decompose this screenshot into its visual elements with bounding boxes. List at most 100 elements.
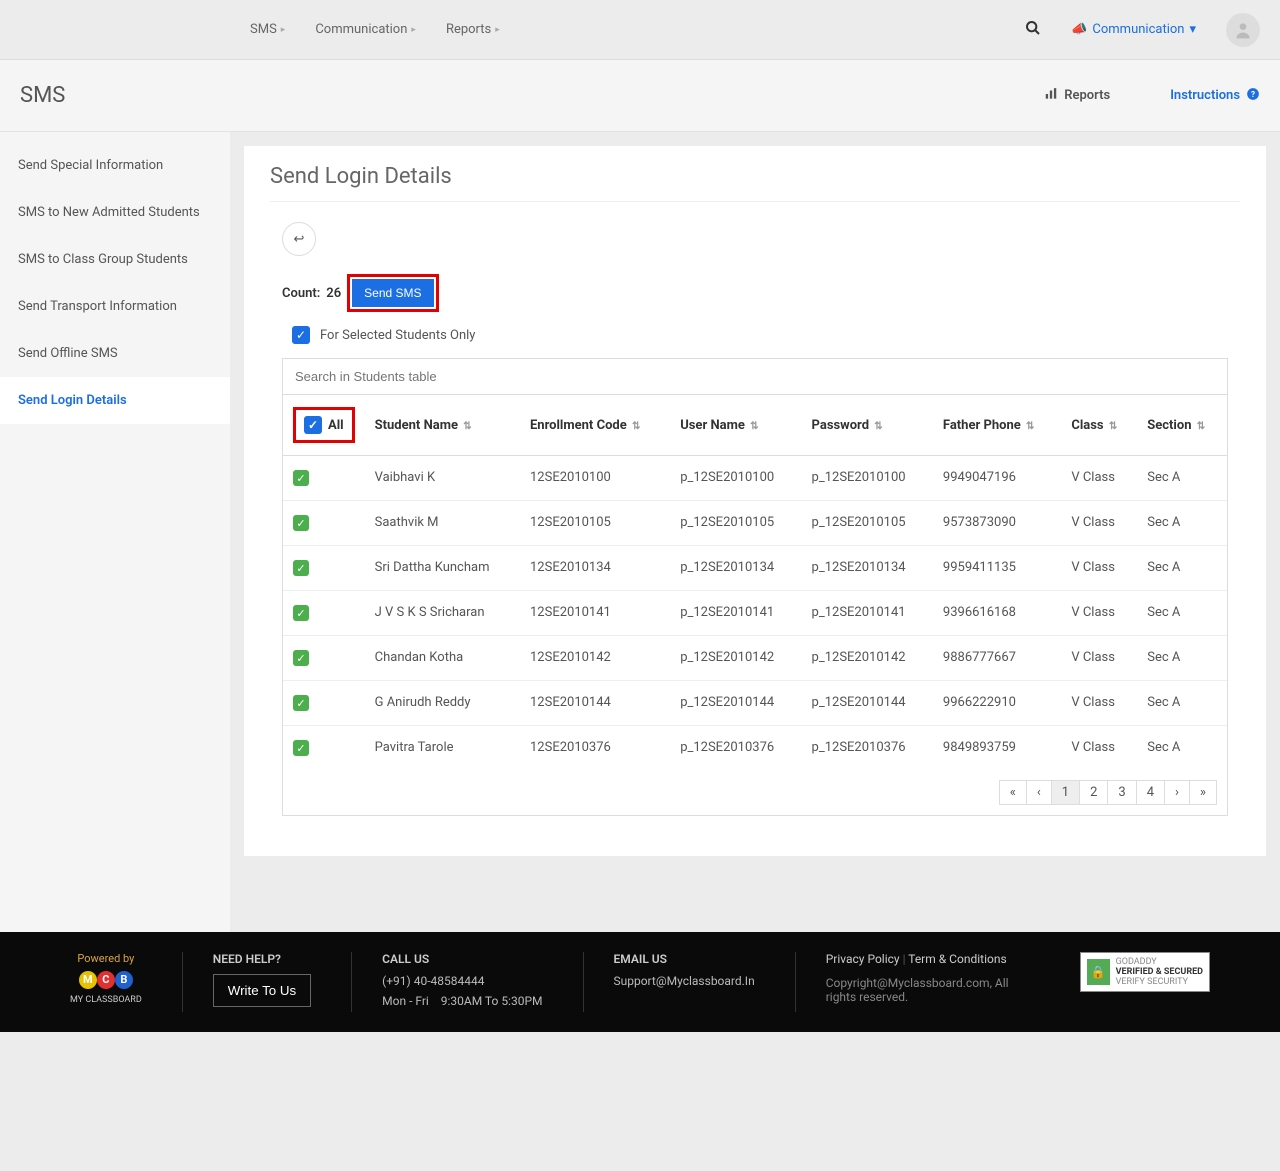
- table-row: ✓Sri Dattha Kuncham12SE2010134p_12SE2010…: [283, 546, 1227, 591]
- chart-icon: [1044, 87, 1058, 105]
- cell-pass: p_12SE2010376: [802, 726, 933, 771]
- cell-phone: 9886777667: [933, 636, 1061, 681]
- cell-section: Sec A: [1137, 636, 1227, 681]
- row-checkbox[interactable]: ✓: [293, 470, 309, 486]
- selected-only-checkbox[interactable]: ✓: [292, 326, 310, 344]
- cell-class: V Class: [1061, 456, 1137, 501]
- cell-name: G Anirudh Reddy: [365, 681, 520, 726]
- students-table: ✓ All Student Name ⇅Enrollment Code ⇅User …: [283, 394, 1227, 770]
- cell-code: 12SE2010376: [520, 726, 670, 771]
- chevron-right-icon: ▸: [411, 25, 416, 35]
- cell-code: 12SE2010142: [520, 636, 670, 681]
- cell-code: 12SE2010105: [520, 501, 670, 546]
- caret-down-icon: ▾: [1189, 22, 1196, 37]
- row-checkbox[interactable]: ✓: [293, 560, 309, 576]
- help-title: NEED HELP?: [213, 952, 311, 966]
- cell-name: Saathvik M: [365, 501, 520, 546]
- sidebar-item-5[interactable]: Send Login Details: [0, 377, 230, 424]
- row-checkbox[interactable]: ✓: [293, 605, 309, 621]
- communication-dropdown[interactable]: 📣 Communication ▾: [1071, 22, 1196, 37]
- cell-pass: p_12SE2010105: [802, 501, 933, 546]
- sidebar-item-1[interactable]: SMS to New Admitted Students: [0, 189, 230, 236]
- table-row: ✓G Anirudh Reddy12SE2010144p_12SE2010144…: [283, 681, 1227, 726]
- col-header-4[interactable]: Father Phone ⇅: [933, 395, 1061, 456]
- send-sms-button[interactable]: Send SMS: [352, 279, 433, 307]
- support-email: Support@Myclassboard.In: [614, 974, 755, 988]
- col-header-3[interactable]: Password ⇅: [802, 395, 933, 456]
- col-header-2[interactable]: User Name ⇅: [670, 395, 801, 456]
- svg-text:?: ?: [1251, 88, 1255, 98]
- row-checkbox[interactable]: ✓: [293, 515, 309, 531]
- cell-section: Sec A: [1137, 546, 1227, 591]
- sidebar-item-3[interactable]: Send Transport Information: [0, 283, 230, 330]
- col-header-1[interactable]: Enrollment Code ⇅: [520, 395, 670, 456]
- sidebar-item-4[interactable]: Send Offline SMS: [0, 330, 230, 377]
- col-header-5[interactable]: Class ⇅: [1061, 395, 1137, 456]
- crumb-sms[interactable]: SMS ▸: [250, 22, 285, 37]
- cell-pass: p_12SE2010141: [802, 591, 933, 636]
- cell-phone: 9573873090: [933, 501, 1061, 546]
- sort-icon: ⇅: [874, 421, 882, 432]
- footer: Powered by MCB MY CLASSBOARD NEED HELP? …: [0, 932, 1280, 1032]
- sidebar-item-0[interactable]: Send Special Information: [0, 142, 230, 189]
- privacy-link[interactable]: Privacy Policy: [826, 952, 900, 966]
- pagination: «‹1234›»: [283, 770, 1227, 815]
- crumb-communication[interactable]: Communication ▸: [315, 22, 416, 37]
- brand-logo: MCB: [70, 971, 142, 989]
- hours: Mon - Fri 9:30AM To 5:30PM: [382, 994, 542, 1008]
- back-button[interactable]: ↩: [282, 222, 316, 256]
- cell-pass: p_12SE2010134: [802, 546, 933, 591]
- tab-instructions[interactable]: Instructions ?: [1170, 87, 1260, 105]
- cell-pass: p_12SE2010100: [802, 456, 933, 501]
- cell-section: Sec A: [1137, 681, 1227, 726]
- search-icon[interactable]: [1025, 20, 1041, 40]
- avatar[interactable]: [1226, 13, 1260, 47]
- cell-code: 12SE2010144: [520, 681, 670, 726]
- page-4[interactable]: 4: [1136, 780, 1165, 805]
- page-»[interactable]: »: [1189, 780, 1217, 805]
- brand-name: MY CLASSBOARD: [70, 995, 142, 1005]
- table-row: ✓Pavitra Tarole12SE2010376p_12SE2010376p…: [283, 726, 1227, 771]
- cell-user: p_12SE2010141: [670, 591, 801, 636]
- card-title: Send Login Details: [270, 164, 1240, 202]
- all-label: All: [328, 418, 344, 433]
- terms-link[interactable]: Term & Conditions: [908, 952, 1006, 966]
- cell-name: Pavitra Tarole: [365, 726, 520, 771]
- page-2[interactable]: 2: [1079, 780, 1108, 805]
- send-sms-highlight: Send SMS: [347, 274, 438, 312]
- sort-icon: ⇅: [1026, 421, 1034, 432]
- cell-code: 12SE2010100: [520, 456, 670, 501]
- search-input[interactable]: [283, 359, 1227, 394]
- security-badge[interactable]: 🔒 GODADDY VERIFIED & SECURED VERIFY SECU…: [1080, 952, 1210, 992]
- sidebar-item-2[interactable]: SMS to Class Group Students: [0, 236, 230, 283]
- col-header-0[interactable]: Student Name ⇅: [365, 395, 520, 456]
- page-›[interactable]: ›: [1164, 780, 1190, 805]
- sort-icon: ⇅: [1197, 421, 1205, 432]
- write-to-us-button[interactable]: Write To Us: [213, 974, 311, 1007]
- cell-phone: 9849893759: [933, 726, 1061, 771]
- selected-only-label: For Selected Students Only: [320, 328, 475, 343]
- select-all-highlight: ✓ All: [293, 407, 355, 443]
- count-value: 26: [326, 286, 341, 301]
- tab-reports[interactable]: Reports: [1044, 87, 1110, 105]
- page-«[interactable]: «: [999, 780, 1027, 805]
- crumb-reports[interactable]: Reports ▸: [446, 22, 500, 37]
- cell-name: Vaibhavi K: [365, 456, 520, 501]
- cell-user: p_12SE2010134: [670, 546, 801, 591]
- col-header-6[interactable]: Section ⇅: [1137, 395, 1227, 456]
- page-‹[interactable]: ‹: [1026, 780, 1052, 805]
- call-title: CALL US: [382, 952, 542, 966]
- page-1[interactable]: 1: [1051, 780, 1080, 805]
- cell-user: p_12SE2010142: [670, 636, 801, 681]
- select-all-checkbox[interactable]: ✓: [304, 416, 322, 434]
- cell-section: Sec A: [1137, 591, 1227, 636]
- subheader: SMS Reports Instructions ?: [0, 60, 1280, 132]
- cell-class: V Class: [1061, 681, 1137, 726]
- row-checkbox[interactable]: ✓: [293, 650, 309, 666]
- cell-section: Sec A: [1137, 456, 1227, 501]
- row-checkbox[interactable]: ✓: [293, 695, 309, 711]
- cell-phone: 9966222910: [933, 681, 1061, 726]
- row-checkbox[interactable]: ✓: [293, 740, 309, 756]
- cell-class: V Class: [1061, 636, 1137, 681]
- page-3[interactable]: 3: [1107, 780, 1136, 805]
